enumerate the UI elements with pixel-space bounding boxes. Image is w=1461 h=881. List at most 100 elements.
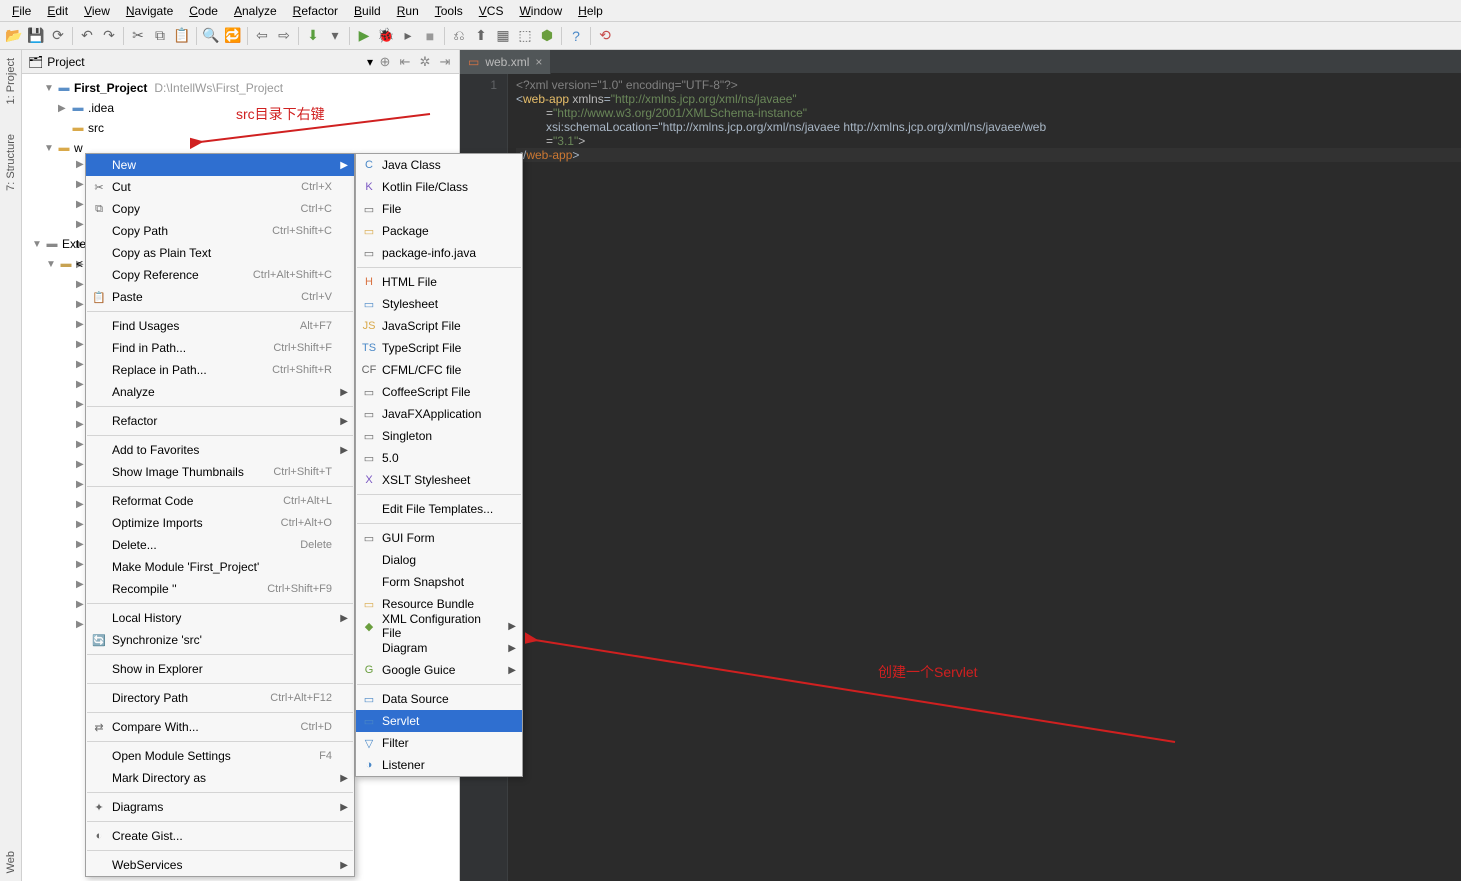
new-diagram[interactable]: Diagram▶ — [356, 637, 522, 659]
new-javascript-file[interactable]: JSJavaScript File — [356, 315, 522, 337]
ctx-find-in-path-[interactable]: Find in Path...Ctrl+Shift+F — [86, 337, 354, 359]
new-form-snapshot[interactable]: Form Snapshot — [356, 571, 522, 593]
paste-icon[interactable]: 📋 — [172, 26, 192, 46]
ctx-new[interactable]: New▶ — [86, 154, 354, 176]
new-xml-configuration-file[interactable]: ◆XML Configuration File▶ — [356, 615, 522, 637]
ctx-optimize-imports[interactable]: Optimize ImportsCtrl+Alt+O — [86, 512, 354, 534]
new-cfml-cfc-file[interactable]: CFCFML/CFC file — [356, 359, 522, 381]
new-kotlin-file-class[interactable]: KKotlin File/Class — [356, 176, 522, 198]
new-data-source[interactable]: ▭Data Source — [356, 688, 522, 710]
new-file[interactable]: ▭File — [356, 198, 522, 220]
ctx-compare-with-[interactable]: ⇄Compare With...Ctrl+D — [86, 716, 354, 738]
collapse-icon[interactable]: ⇤ — [397, 54, 413, 70]
save-icon[interactable]: 💾 — [26, 26, 46, 46]
ctx-diagrams[interactable]: ✦Diagrams▶ — [86, 796, 354, 818]
ctx-synchronize-src-[interactable]: 🔄Synchronize 'src' — [86, 629, 354, 651]
external-libraries[interactable]: ▼▬Exter — [22, 234, 90, 254]
commit-icon[interactable]: ⬆ — [471, 26, 491, 46]
menu-window[interactable]: Window — [511, 2, 570, 20]
ctx-reformat-code[interactable]: Reformat CodeCtrl+Alt+L — [86, 490, 354, 512]
menu-vcs[interactable]: VCS — [471, 2, 512, 20]
new-edit-file-templates-[interactable]: Edit File Templates... — [356, 498, 522, 520]
ctx-copy-path[interactable]: Copy PathCtrl+Shift+C — [86, 220, 354, 242]
new-xslt-stylesheet[interactable]: XXSLT Stylesheet — [356, 469, 522, 491]
ctx-copy-reference[interactable]: Copy ReferenceCtrl+Alt+Shift+C — [86, 264, 354, 286]
new-javafxapplication[interactable]: ▭JavaFXApplication — [356, 403, 522, 425]
code-content[interactable]: <?xml version="1.0" encoding="UTF-8"?><w… — [508, 74, 1461, 881]
rail-project[interactable]: 1: Project — [5, 58, 17, 104]
gear-icon[interactable]: ✲ — [417, 54, 433, 70]
rail-web[interactable]: Web — [5, 851, 17, 873]
tomcat-row[interactable]: ▼▬< — [22, 254, 90, 274]
ctx-mark-directory-as[interactable]: Mark Directory as▶ — [86, 767, 354, 789]
hide-icon[interactable]: ⇥ — [437, 54, 453, 70]
copy-icon[interactable]: ⧉ — [150, 26, 170, 46]
structure-icon[interactable]: ▦ — [493, 26, 513, 46]
new-java-class[interactable]: CJava Class — [356, 154, 522, 176]
ctx-directory-path[interactable]: Directory PathCtrl+Alt+F12 — [86, 687, 354, 709]
ctx-copy[interactable]: ⧉CopyCtrl+C — [86, 198, 354, 220]
new-stylesheet[interactable]: ▭Stylesheet — [356, 293, 522, 315]
new-html-file[interactable]: HHTML File — [356, 271, 522, 293]
ctx-find-usages[interactable]: Find UsagesAlt+F7 — [86, 315, 354, 337]
tree-row[interactable]: ▼▬First_ProjectD:\IntellWs\First_Project — [22, 78, 459, 98]
ctx-refactor[interactable]: Refactor▶ — [86, 410, 354, 432]
cut-icon[interactable]: ✂ — [128, 26, 148, 46]
ctx-copy-as-plain-text[interactable]: Copy as Plain Text — [86, 242, 354, 264]
open-icon[interactable]: 📂 — [4, 26, 24, 46]
close-tab-icon[interactable]: × — [535, 55, 542, 69]
stop-icon[interactable]: ■ — [420, 26, 440, 46]
tree-row[interactable]: ▬src — [22, 118, 459, 138]
new-submenu[interactable]: CJava ClassKKotlin File/Class▭File▭Packa… — [355, 153, 523, 777]
new-servlet[interactable]: ▭Servlet — [356, 710, 522, 732]
forward-icon[interactable]: ⇨ — [274, 26, 294, 46]
new-package[interactable]: ▭Package — [356, 220, 522, 242]
dropdown-icon[interactable]: ▾ — [367, 55, 373, 69]
android-icon[interactable]: ⬢ — [537, 26, 557, 46]
ctx-make-module-first-project-[interactable]: Make Module 'First_Project' — [86, 556, 354, 578]
menu-tools[interactable]: Tools — [427, 2, 471, 20]
ctx-recompile-default-[interactable]: Recompile ''Ctrl+Shift+F9 — [86, 578, 354, 600]
new-listener[interactable]: ◑Listener — [356, 754, 522, 776]
refresh-icon[interactable]: ⟳ — [48, 26, 68, 46]
ctx-delete-[interactable]: Delete...Delete — [86, 534, 354, 556]
ctx-add-to-favorites[interactable]: Add to Favorites▶ — [86, 439, 354, 461]
replace-icon[interactable]: 🔁 — [223, 26, 243, 46]
undo-icon[interactable]: ↶ — [77, 26, 97, 46]
rail-structure[interactable]: 7: Structure — [5, 134, 17, 191]
ctx-show-in-explorer[interactable]: Show in Explorer — [86, 658, 354, 680]
new-coffeescript-file[interactable]: ▭CoffeeScript File — [356, 381, 522, 403]
back-icon[interactable]: ⇦ — [252, 26, 272, 46]
help-icon[interactable]: ? — [566, 26, 586, 46]
new-google-guice[interactable]: GGoogle Guice▶ — [356, 659, 522, 681]
menu-analyze[interactable]: Analyze — [226, 2, 285, 20]
menu-build[interactable]: Build — [346, 2, 389, 20]
run-icon[interactable]: ▶ — [354, 26, 374, 46]
context-menu[interactable]: New▶✂CutCtrl+X⧉CopyCtrl+CCopy PathCtrl+S… — [85, 153, 355, 877]
debug-icon[interactable]: 🐞 — [376, 26, 396, 46]
coverage-icon[interactable]: ▸ — [398, 26, 418, 46]
find-icon[interactable]: 🔍 — [201, 26, 221, 46]
ctx-webservices[interactable]: WebServices▶ — [86, 854, 354, 876]
tree-row[interactable]: ▶▬.idea — [22, 98, 459, 118]
sdk-icon[interactable]: ⬚ — [515, 26, 535, 46]
menu-refactor[interactable]: Refactor — [285, 2, 346, 20]
new-dialog[interactable]: Dialog — [356, 549, 522, 571]
new-singleton[interactable]: ▭Singleton — [356, 425, 522, 447]
ctx-show-image-thumbnails[interactable]: Show Image ThumbnailsCtrl+Shift+T — [86, 461, 354, 483]
ctx-replace-in-path-[interactable]: Replace in Path...Ctrl+Shift+R — [86, 359, 354, 381]
build-icon[interactable]: ⬇ — [303, 26, 323, 46]
restart-icon[interactable]: ⟲ — [595, 26, 615, 46]
new-filter[interactable]: ▽Filter — [356, 732, 522, 754]
redo-icon[interactable]: ↷ — [99, 26, 119, 46]
menu-code[interactable]: Code — [181, 2, 226, 20]
ctx-create-gist-[interactable]: ◐Create Gist... — [86, 825, 354, 847]
target-icon[interactable]: ⊕ — [377, 54, 393, 70]
new-5-0[interactable]: ▭5.0 — [356, 447, 522, 469]
new-package-info-java[interactable]: ▭package-info.java — [356, 242, 522, 264]
menu-help[interactable]: Help — [570, 2, 611, 20]
menu-view[interactable]: View — [76, 2, 118, 20]
ctx-cut[interactable]: ✂CutCtrl+X — [86, 176, 354, 198]
code-editor[interactable]: 1 <?xml version="1.0" encoding="UTF-8"?>… — [460, 74, 1461, 881]
new-typescript-file[interactable]: TSTypeScript File — [356, 337, 522, 359]
